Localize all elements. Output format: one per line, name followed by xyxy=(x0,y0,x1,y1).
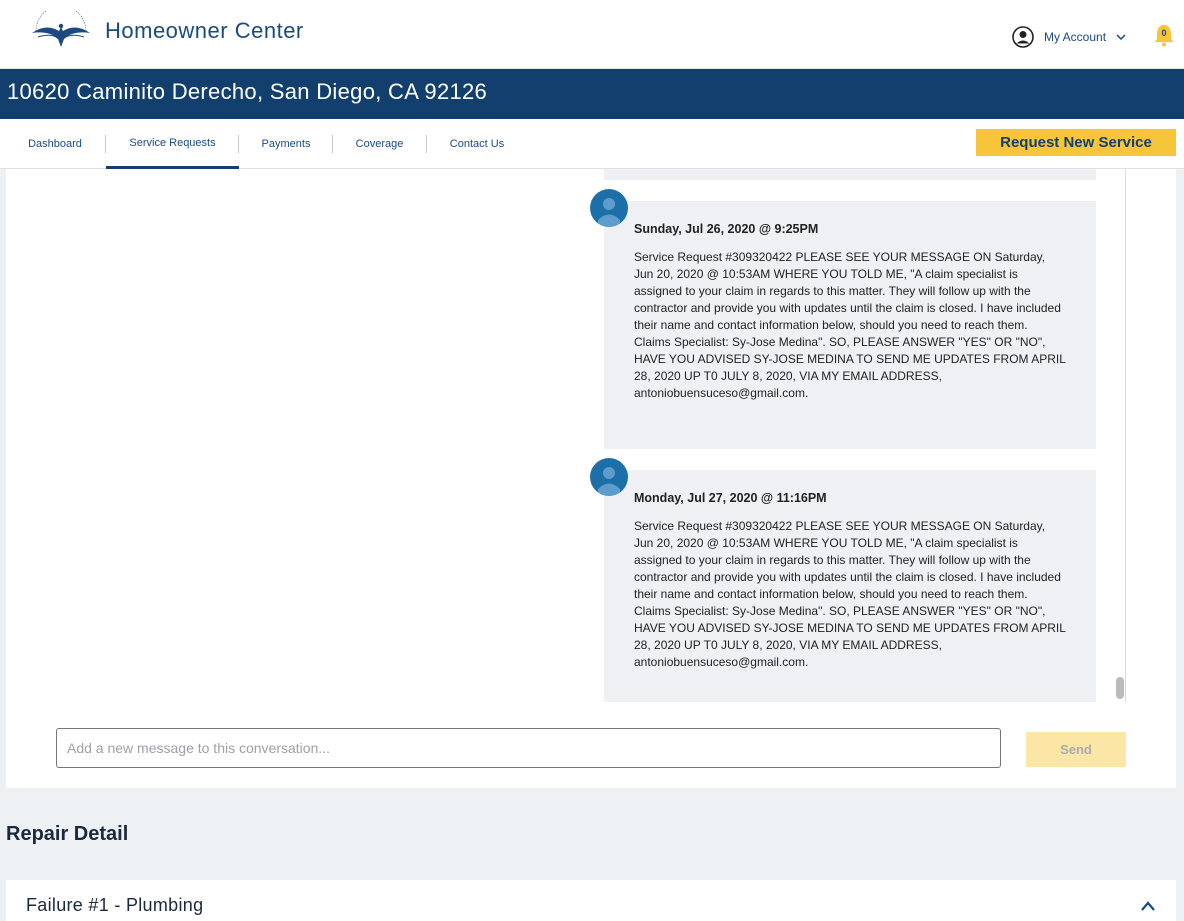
new-message-input[interactable] xyxy=(56,728,1001,768)
top-header: Homeowner Center My Account 0 xyxy=(0,0,1184,69)
my-account-label: My Account xyxy=(1044,30,1107,44)
user-circle-icon xyxy=(1012,26,1034,48)
eagle-logo-icon[interactable] xyxy=(30,11,92,51)
message-scrollbar[interactable] xyxy=(1114,169,1126,702)
failure-title: Failure #1 - Plumbing xyxy=(26,895,204,915)
conversation-panel: Sunday, Jul 26, 2020 @ 9:25PM Service Re… xyxy=(6,169,1176,788)
app-title: Homeowner Center xyxy=(105,18,304,43)
message-bubble: Monday, Jul 27, 2020 @ 11:16PM Service R… xyxy=(604,470,1096,702)
property-address: 10620 Caminito Derecho, San Diego, CA 92… xyxy=(7,79,488,104)
tab-coverage[interactable]: Coverage xyxy=(333,119,426,169)
address-bar: 10620 Caminito Derecho, San Diego, CA 92… xyxy=(0,69,1184,119)
user-avatar-icon xyxy=(598,467,620,496)
tab-dashboard[interactable]: Dashboard xyxy=(10,119,100,169)
chevron-up-icon[interactable] xyxy=(1140,900,1156,912)
message-date: Sunday, Jul 26, 2020 @ 9:25PM xyxy=(634,222,819,236)
request-new-service-button[interactable]: Request New Service xyxy=(976,129,1176,156)
message-date: Monday, Jul 27, 2020 @ 11:16PM xyxy=(634,491,827,505)
tab-service-requests[interactable]: Service Requests xyxy=(106,119,239,169)
message-text: Service Request #309320422 PLEASE SEE YO… xyxy=(634,519,1066,669)
message-text: Service Request #309320422 PLEASE SEE YO… xyxy=(634,250,1066,400)
user-avatar-icon xyxy=(598,198,620,227)
send-button[interactable]: Send xyxy=(1026,732,1126,767)
notifications-button[interactable]: 0 xyxy=(1151,22,1177,48)
failure-panel[interactable]: Failure #1 - Plumbing xyxy=(6,880,1176,921)
message-bubble: Sunday, Jul 26, 2020 @ 9:25PM Service Re… xyxy=(604,201,1096,449)
repair-detail-heading: Repair Detail xyxy=(6,823,129,845)
message-list[interactable]: Sunday, Jul 26, 2020 @ 9:25PM Service Re… xyxy=(582,169,1126,702)
chevron-down-icon xyxy=(1116,34,1126,41)
avatar xyxy=(590,189,628,227)
scrollbar-thumb[interactable] xyxy=(1116,677,1124,699)
avatar xyxy=(590,458,628,496)
notification-count: 0 xyxy=(1161,28,1167,38)
previous-message-bubble xyxy=(604,169,1096,180)
nav-divider xyxy=(238,135,239,153)
my-account-menu[interactable]: My Account xyxy=(1012,26,1126,48)
main-nav: Dashboard Service Requests Payments Cove… xyxy=(0,119,1184,169)
tab-payments[interactable]: Payments xyxy=(240,119,332,169)
tab-contact-us[interactable]: Contact Us xyxy=(427,119,527,169)
